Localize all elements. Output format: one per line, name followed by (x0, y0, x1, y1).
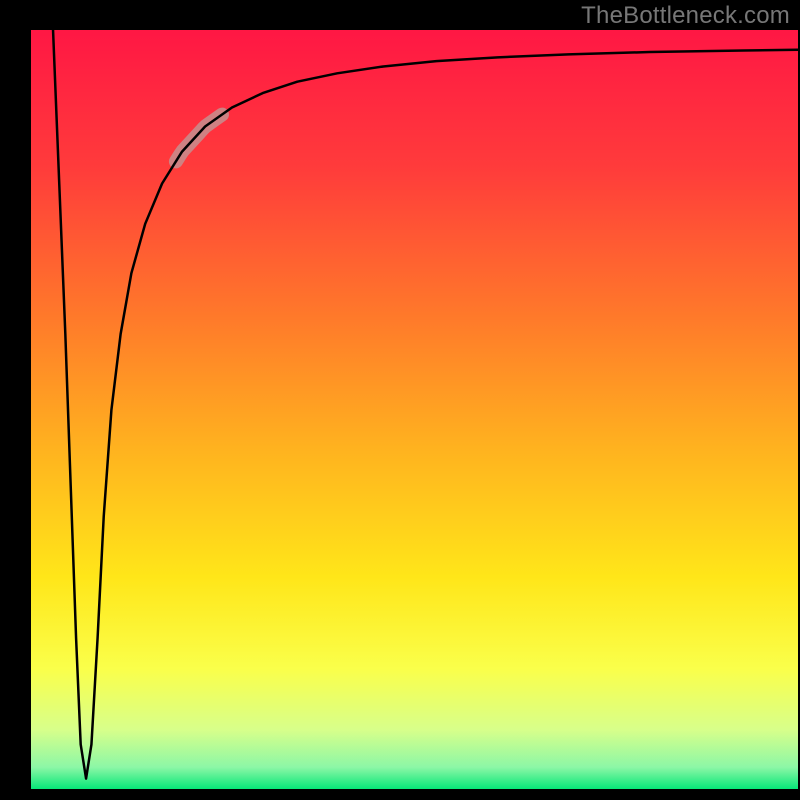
chart-canvas (0, 0, 800, 800)
chart-frame: TheBottleneck.com (0, 0, 800, 800)
watermark-text: TheBottleneck.com (581, 2, 790, 30)
plot-background (30, 30, 798, 790)
